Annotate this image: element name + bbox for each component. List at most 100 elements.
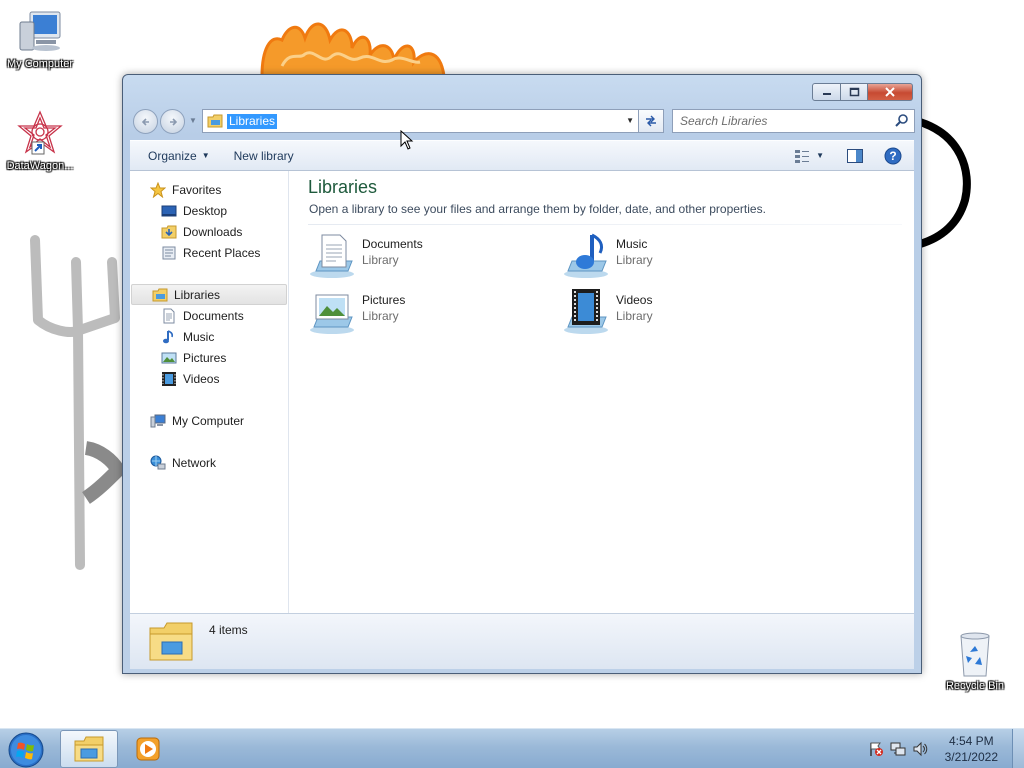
arc-doodle <box>916 118 971 248</box>
library-videos[interactable]: Videos Library <box>562 287 792 337</box>
library-type: Library <box>362 253 399 267</box>
star-icon <box>150 181 166 198</box>
library-name: Music <box>616 237 648 251</box>
maximize-button[interactable] <box>841 83 868 101</box>
window-controls <box>812 83 913 101</box>
library-type: Library <box>362 309 399 323</box>
nav-item-favorites[interactable]: Favorites <box>130 179 288 200</box>
explorer-window: ▼ Libraries ▼ Search Libraries Organize … <box>122 74 922 674</box>
nav-item-label: Favorites <box>172 182 222 197</box>
clock-time: 4:54 PM <box>948 734 994 748</box>
nav-item-label: Network <box>172 455 217 470</box>
nav-item-desktop[interactable]: Desktop <box>130 200 288 221</box>
address-bar[interactable]: Libraries ▼ <box>202 109 639 133</box>
nav-item-label: Downloads <box>183 224 243 239</box>
documents-library-icon <box>310 234 354 278</box>
preview-pane-button[interactable] <box>847 148 863 163</box>
details-pane: 4 items <box>130 613 914 669</box>
page-title: Libraries <box>308 177 378 197</box>
nav-item-documents[interactable]: Documents <box>130 305 288 326</box>
view-dropdown-icon[interactable]: ▼ <box>816 151 824 160</box>
nav-item-label: Desktop <box>183 203 228 218</box>
forward-button[interactable] <box>160 109 185 134</box>
new-library-button[interactable]: New library <box>224 141 304 170</box>
minimize-button[interactable] <box>812 83 841 101</box>
documents-icon <box>163 308 175 323</box>
clock[interactable]: 4:54 PM 3/21/2022 <box>945 733 998 765</box>
search-box[interactable]: Search Libraries <box>672 109 915 133</box>
mouse-cursor-icon <box>400 130 414 150</box>
videos-library-icon <box>564 289 608 334</box>
library-music[interactable]: Music Library <box>562 231 792 281</box>
desktop-icon-my-computer[interactable]: My Computer <box>0 8 82 71</box>
recent-places-icon <box>162 246 176 259</box>
nav-item-label: Pictures <box>183 350 227 365</box>
svg-text:?: ? <box>889 149 896 163</box>
nav-item-libraries[interactable]: Libraries <box>131 284 287 305</box>
clock-date: 3/21/2022 <box>944 750 998 764</box>
content-pane: Libraries Open a library to see your fil… <box>290 171 914 613</box>
navigation-bar: ▼ Libraries ▼ Search Libraries <box>131 108 915 134</box>
command-bar: Organize ▼ New library ▼ ? <box>130 140 914 171</box>
organize-label: Organize <box>148 148 197 163</box>
nav-item-network[interactable]: Network <box>130 452 288 473</box>
recycle-bin-icon <box>960 632 990 677</box>
nav-item-pictures[interactable]: Pictures <box>130 347 288 368</box>
help-button[interactable]: ? <box>884 147 902 165</box>
change-view-button[interactable]: ▼ <box>794 149 824 163</box>
datawagon-shortcut-icon <box>17 110 63 155</box>
explorer-folder-icon <box>74 736 104 762</box>
windows-start-icon <box>8 732 44 768</box>
view-options-icon <box>795 149 810 163</box>
library-documents[interactable]: Documents Library <box>308 231 538 281</box>
show-desktop-button[interactable] <box>1012 729 1024 768</box>
header-divider <box>308 224 902 225</box>
refresh-icon <box>646 115 656 127</box>
forward-arrow-icon <box>169 117 177 126</box>
back-arrow-icon <box>141 117 149 126</box>
start-button[interactable] <box>6 731 46 768</box>
desktop-icon-label: My Computer <box>6 58 74 70</box>
nav-item-label: Music <box>183 329 215 344</box>
nav-item-my-computer[interactable]: My Computer <box>130 410 288 431</box>
nav-item-label: My Computer <box>172 413 245 428</box>
nav-item-music[interactable]: Music <box>130 326 288 347</box>
system-tray: 4:54 PM 3/21/2022 <box>865 729 1024 768</box>
flame-doodle <box>260 22 446 78</box>
desktop-icon-datawagon[interactable]: DataWagon... <box>0 110 82 173</box>
desktop-icon-label: Recycle Bin <box>945 680 1005 692</box>
nav-item-recent-places[interactable]: Recent Places <box>130 242 288 263</box>
network-status-icon[interactable] <box>890 741 906 757</box>
action-center-flag-icon[interactable] <box>868 741 884 757</box>
item-count: 4 items <box>209 623 248 637</box>
back-button[interactable] <box>133 109 158 134</box>
dark-doodle <box>82 441 127 504</box>
taskbar-explorer-button[interactable] <box>60 730 118 768</box>
maximize-icon <box>849 87 859 97</box>
pictures-icon <box>161 352 177 363</box>
nav-item-downloads[interactable]: Downloads <box>130 221 288 242</box>
address-dropdown-icon[interactable]: ▼ <box>626 116 634 125</box>
new-library-label: New library <box>233 148 294 163</box>
media-player-icon <box>136 737 160 761</box>
library-type: Library <box>616 253 653 267</box>
minimize-icon <box>822 93 831 95</box>
navigation-pane: Favorites Desktop Downloads Recent Place… <box>130 171 289 613</box>
videos-icon <box>162 371 176 386</box>
desktop-icon-recycle-bin[interactable]: Recycle Bin <box>933 630 1017 693</box>
computer-icon <box>150 414 166 427</box>
nav-item-label: Documents <box>183 308 244 323</box>
taskbar-media-player-button[interactable] <box>120 730 176 768</box>
library-pictures[interactable]: Pictures Library <box>308 287 538 337</box>
nav-item-label: Recent Places <box>183 245 261 260</box>
nav-item-videos[interactable]: Videos <box>130 368 288 389</box>
libraries-large-icon <box>149 622 193 661</box>
libraries-icon <box>152 288 168 301</box>
volume-icon[interactable] <box>912 741 928 757</box>
recent-pages-dropdown[interactable]: ▼ <box>189 116 197 125</box>
organize-button[interactable]: Organize ▼ <box>138 141 220 170</box>
close-button[interactable] <box>868 83 913 101</box>
pictures-library-icon <box>310 294 354 334</box>
downloads-icon <box>161 225 177 238</box>
refresh-button[interactable] <box>639 109 664 133</box>
